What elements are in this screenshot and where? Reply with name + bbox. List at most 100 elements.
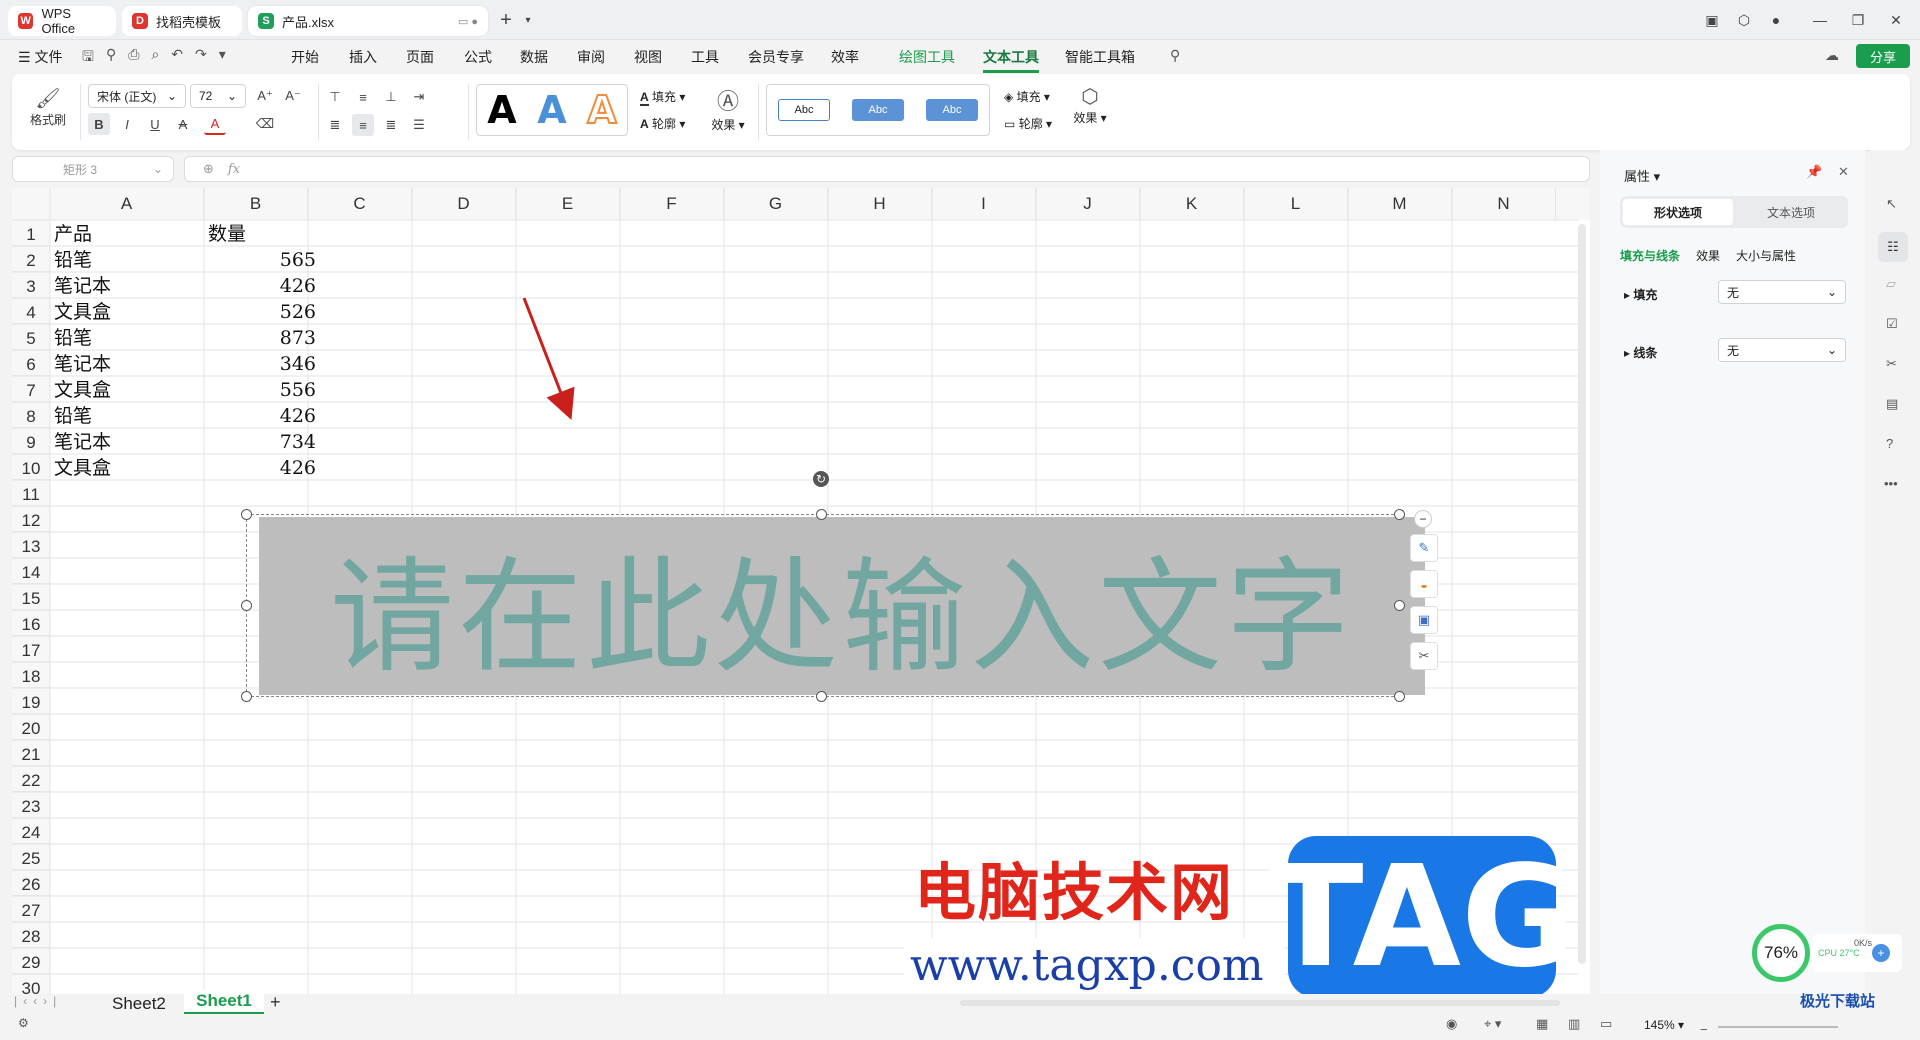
panel-title[interactable]: 属性 ▾ (1624, 166, 1660, 185)
cell-a2[interactable]: 铅笔 (54, 247, 92, 273)
row-header-22[interactable]: 22 (12, 766, 50, 792)
resize-handle[interactable] (816, 691, 827, 702)
row-header-27[interactable]: 27 (12, 896, 50, 922)
menu-review[interactable]: 审阅 (577, 47, 605, 67)
column-header-d[interactable]: D (412, 188, 516, 220)
underline-button[interactable]: U (144, 113, 166, 135)
shape-style-blue[interactable]: Abc (852, 99, 904, 121)
minimize-icon[interactable]: — (1808, 8, 1832, 32)
font-size-select[interactable]: 72 ⌄ (190, 84, 246, 108)
row-header-23[interactable]: 23 (12, 792, 50, 818)
shape-outline-button[interactable]: ▭ 轮廓 ▾ (1004, 115, 1052, 132)
justify-icon[interactable]: ☰ (408, 114, 430, 136)
menu-efficiency[interactable]: 效率 (831, 47, 859, 67)
tab-template[interactable]: D 找稻壳模板 (122, 6, 242, 36)
menu-data[interactable]: 数据 (520, 47, 548, 67)
column-header-h[interactable]: H (828, 188, 932, 220)
align-top-icon[interactable]: ⊤ (324, 86, 346, 108)
eraser-icon[interactable]: ⌫ (254, 113, 276, 135)
resize-handle[interactable] (816, 509, 827, 520)
text-style-blue[interactable]: A (537, 88, 566, 132)
chevron-down-icon[interactable]: ▾ (516, 8, 540, 32)
line-select[interactable]: 无 ⌄ (1718, 338, 1846, 362)
shape-style-outline[interactable]: Abc (778, 99, 830, 121)
decrease-font-icon[interactable]: A⁻ (282, 85, 304, 107)
format-painter-button[interactable]: 🖌 格式刷 (28, 86, 68, 128)
row-header-8[interactable]: 8 (12, 402, 50, 428)
column-header-f[interactable]: F (620, 188, 724, 220)
cell-a5[interactable]: 铅笔 (54, 325, 92, 351)
cell-b1[interactable]: 数量 (208, 221, 246, 247)
row-header-17[interactable]: 17 (12, 636, 50, 662)
align-bottom-icon[interactable]: ⊥ (380, 86, 402, 108)
shape-style-blue-2[interactable]: Abc (926, 99, 978, 121)
rotate-handle-icon[interactable]: ↻ (813, 471, 829, 487)
redo-icon[interactable]: ↷ (195, 46, 207, 70)
fx-icon[interactable]: fx (228, 162, 240, 177)
row-header-29[interactable]: 29 (12, 948, 50, 974)
file-menu[interactable]: ☰ 文件 (18, 47, 62, 67)
resize-handle[interactable] (241, 509, 252, 520)
row-header-14[interactable]: 14 (12, 558, 50, 584)
collapse-icon[interactable]: − (1414, 510, 1432, 528)
column-header-b[interactable]: B (204, 188, 308, 220)
undo-icon[interactable]: ↶ (171, 46, 183, 70)
menu-page[interactable]: 页面 (406, 47, 434, 67)
font-name-select[interactable]: 宋体 (正文) ⌄ (88, 84, 186, 108)
properties-icon[interactable]: ☷ (1878, 232, 1908, 262)
column-header-e[interactable]: E (516, 188, 620, 220)
memory-gauge[interactable]: 76% (1752, 924, 1810, 982)
cell-b9[interactable]: 734 (208, 429, 316, 455)
menu-tools[interactable]: 工具 (691, 47, 719, 67)
indent-icon[interactable]: ⇥ (408, 86, 430, 108)
sheet-nav-icons[interactable]: |‹‹›| (14, 994, 62, 1008)
horizontal-scrollbar[interactable] (960, 1000, 1560, 1006)
zoom-out-icon[interactable]: − (1700, 1022, 1708, 1037)
column-header-g[interactable]: G (724, 188, 828, 220)
cell-b2[interactable]: 565 (208, 247, 316, 273)
cell-a10[interactable]: 文具盒 (54, 455, 111, 481)
italic-button[interactable]: I (116, 113, 138, 135)
row-header-9[interactable]: 9 (12, 428, 50, 454)
text-outline-button[interactable]: A 轮廓 ▾ (640, 115, 685, 132)
cell-b4[interactable]: 526 (208, 299, 316, 325)
check-icon[interactable]: ☑ (1886, 316, 1898, 332)
close-icon[interactable]: ✕ (1884, 8, 1908, 32)
menu-drawing-tools[interactable]: 绘图工具 (899, 47, 955, 67)
save-icon[interactable]: 🖫 (82, 46, 94, 70)
cube-icon[interactable]: ⬡ (1732, 8, 1756, 32)
textbox-shape[interactable]: 请在此处输入文字 (259, 517, 1425, 695)
tab-shape-options[interactable]: 形状选项 (1623, 199, 1733, 225)
page-view-icon[interactable]: ▥ (1568, 1016, 1580, 1032)
shape-style-gallery[interactable]: Abc Abc Abc (766, 84, 990, 136)
comment-icon[interactable]: ▱ (1886, 276, 1896, 292)
row-header-24[interactable]: 24 (12, 818, 50, 844)
add-sheet-icon[interactable]: + (270, 992, 281, 1013)
zoom-slider[interactable] (1718, 1026, 1838, 1028)
cell-b5[interactable]: 873 (208, 325, 316, 351)
link-icon[interactable]: ⚲ (106, 46, 116, 70)
book-icon[interactable]: ▤ (1886, 396, 1898, 412)
resize-handle[interactable] (1394, 509, 1405, 520)
menu-view[interactable]: 视图 (634, 47, 662, 67)
row-header-18[interactable]: 18 (12, 662, 50, 688)
pin-icon[interactable]: 📌 (1806, 164, 1822, 180)
restore-icon[interactable]: ❐ (1846, 8, 1870, 32)
shape-fill-button[interactable]: ◈ 填充 ▾ (1004, 88, 1050, 105)
subtab-size-properties[interactable]: 大小与属性 (1736, 247, 1796, 264)
fill-select[interactable]: 无 ⌄ (1718, 280, 1846, 304)
align-middle-icon[interactable]: ≡ (352, 86, 374, 108)
row-header-6[interactable]: 6 (12, 350, 50, 376)
print-icon[interactable]: ⎙ (128, 46, 139, 70)
more-icon[interactable]: ▾ (219, 46, 226, 70)
column-header-i[interactable]: I (932, 188, 1036, 220)
avatar-icon[interactable]: ● (1764, 8, 1788, 32)
increase-font-icon[interactable]: A⁺ (254, 85, 276, 107)
vertical-scrollbar[interactable] (1578, 224, 1586, 964)
cell-a6[interactable]: 笔记本 (54, 351, 111, 377)
add-widget-icon[interactable]: + (1872, 944, 1890, 962)
cell-b10[interactable]: 426 (208, 455, 316, 481)
line-section[interactable]: ▸ 线条 (1624, 344, 1657, 361)
menu-formula[interactable]: 公式 (464, 47, 492, 67)
cloud-icon[interactable]: ☁ (1825, 47, 1839, 64)
